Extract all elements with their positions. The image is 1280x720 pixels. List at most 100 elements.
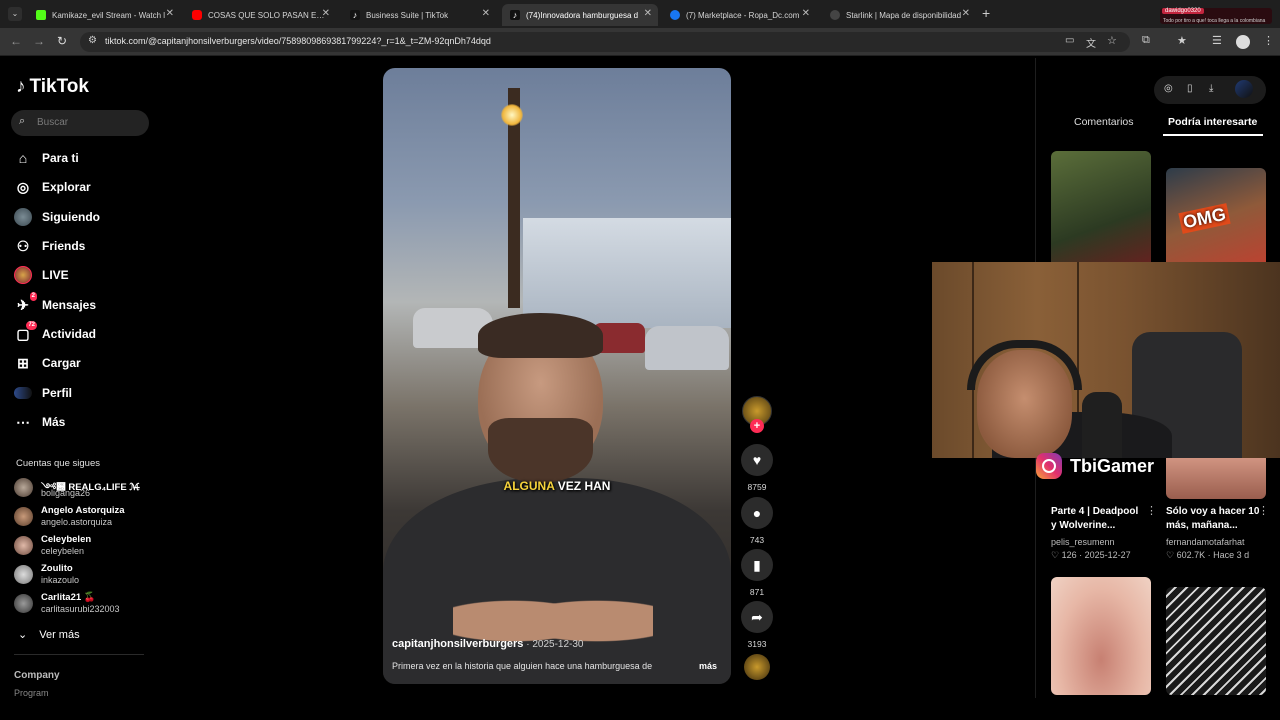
- site-info-icon[interactable]: ⚙: [88, 35, 97, 46]
- bookmark-star-icon[interactable]: ☆: [1107, 34, 1117, 47]
- bookmarks-icon[interactable]: ★: [1177, 34, 1187, 47]
- avatar: [14, 507, 33, 526]
- video-frame-lamp: [501, 104, 523, 126]
- following-avatar-icon: [14, 208, 32, 226]
- thumbnail-omg-text: OMG: [1178, 203, 1231, 234]
- reading-list-icon[interactable]: ☰: [1212, 34, 1222, 47]
- browser-tab-tiktok-video[interactable]: ♪ (74)Innovadora hamburguesa d ✕: [502, 4, 658, 26]
- browser-tab-starlink[interactable]: Starlink | Mapa de disponibilidad ✕: [822, 4, 976, 26]
- extensions-icon[interactable]: ⧉: [1142, 34, 1150, 47]
- card-user[interactable]: fernandamotafarhat: [1166, 537, 1245, 547]
- follow-plus-icon[interactable]: +: [750, 419, 764, 433]
- card-title[interactable]: Parte 4 | Deadpool y Wolverine...: [1051, 505, 1146, 533]
- more-options-icon[interactable]: ⋮: [1146, 504, 1157, 517]
- card-title[interactable]: Sólo voy a hacer 10 más, mañana...: [1166, 505, 1261, 533]
- back-icon[interactable]: ←: [10, 34, 22, 48]
- notification-message: Todo por tiro a que! toca llega a la col…: [1163, 18, 1266, 24]
- more-options-icon[interactable]: ⋮: [1258, 504, 1269, 517]
- video-frame-building: [523, 218, 731, 328]
- video-subtitle: ALGUNA VEZ HAN: [503, 479, 611, 493]
- close-tab-icon[interactable]: ✕: [644, 8, 652, 19]
- nav-item-actividad[interactable]: ▢ 72 Actividad: [14, 321, 96, 345]
- compass-icon[interactable]: ◎: [1164, 83, 1173, 94]
- url-text: tiktok.com/@capitanjhonsilverburgers/vid…: [105, 36, 491, 46]
- video-player[interactable]: ALGUNA VEZ HAN capitanjhonsilverburgers …: [383, 68, 731, 684]
- tab-search-button[interactable]: ⌄: [8, 7, 22, 21]
- nav-item-mas[interactable]: ⋯ Más: [14, 411, 65, 433]
- close-tab-icon[interactable]: ✕: [482, 8, 490, 19]
- comment-icon: ●: [741, 497, 773, 529]
- browser-tab-marketplace[interactable]: (7) Marketplace - Ropa_Dc.com ✕: [662, 4, 816, 26]
- new-tab-button[interactable]: +: [982, 5, 990, 21]
- share-count: 3193: [747, 639, 767, 649]
- tiktok-logo[interactable]: ♪ TikTok: [16, 76, 89, 98]
- nav-item-siguiendo[interactable]: Siguiendo: [14, 206, 100, 228]
- see-more-button[interactable]: ⌄ Ver más: [18, 628, 80, 642]
- nav-item-para-ti[interactable]: ⌂ Para ti: [14, 147, 79, 169]
- nav-item-friends[interactable]: ⚇ Friends: [14, 235, 86, 257]
- followed-account[interactable]: Celeybelen celeybelen: [14, 532, 154, 558]
- recommended-video-thumbnail[interactable]: OMG: [1166, 168, 1266, 270]
- close-tab-icon[interactable]: ✕: [322, 8, 330, 19]
- followed-account[interactable]: ༺฽ REALG₄LIFE ℳ̶ boliganga26: [14, 474, 154, 500]
- nav-item-live[interactable]: LIVE: [14, 264, 69, 286]
- close-tab-icon[interactable]: ✕: [166, 8, 174, 19]
- nav-item-mensajes[interactable]: ✈ 2 Mensajes: [14, 292, 96, 316]
- share-button[interactable]: ➦ 3193: [740, 601, 774, 649]
- tiktok-favicon-icon: ♪: [350, 10, 360, 20]
- notification-title: dawidgo0320: [1162, 8, 1204, 14]
- browser-tab-business-suite[interactable]: ♪ Business Suite | TikTok ✕: [342, 4, 496, 26]
- tab-comentarios[interactable]: Comentarios: [1074, 116, 1134, 128]
- close-tab-icon[interactable]: ✕: [962, 8, 970, 19]
- program-link[interactable]: Program: [14, 688, 49, 698]
- nav-item-cargar[interactable]: ⊞ Cargar: [14, 352, 81, 374]
- recommended-video-thumbnail[interactable]: [1051, 151, 1151, 271]
- description-more-button[interactable]: más: [699, 661, 717, 671]
- followed-account[interactable]: Angelo Astorquiza angelo.astorquiza: [14, 503, 154, 529]
- nav-item-explorar[interactable]: ◎ Explorar: [14, 176, 91, 198]
- browser-tab-kick[interactable]: Kamikaze_evil Stream - Watch l ✕: [28, 4, 180, 26]
- like-button[interactable]: ♥ 8759: [740, 444, 774, 492]
- reload-icon[interactable]: ↻: [57, 34, 67, 48]
- recommended-video-thumbnail[interactable]: [1166, 587, 1266, 695]
- user-avatar[interactable]: [1235, 80, 1253, 98]
- browser-tab-youtube[interactable]: COSAS QUE SOLO PASAN EN E ✕: [184, 4, 336, 26]
- kick-favicon-icon: [36, 10, 46, 20]
- live-icon: [14, 266, 32, 284]
- tiktok-note-icon: ♪: [16, 76, 26, 97]
- avatar: [14, 536, 33, 555]
- comment-button[interactable]: ● 743: [740, 497, 774, 545]
- device-icon[interactable]: ▯: [1187, 83, 1193, 94]
- bookmark-icon: ▮: [741, 549, 773, 581]
- message-icon: ✈ 2: [17, 292, 37, 313]
- video-author[interactable]: capitanjhonsilverburgers · 2025-12-30: [392, 638, 583, 650]
- instagram-handle-overlay: TbiGamer: [1036, 450, 1154, 482]
- recommended-video-thumbnail[interactable]: [1166, 453, 1266, 499]
- browser-tab-bar: ⌄ Kamikaze_evil Stream - Watch l ✕ COSAS…: [0, 0, 1280, 28]
- streamer-webcam-overlay: [932, 262, 1280, 458]
- divider: [14, 654, 144, 655]
- company-link[interactable]: Company: [14, 670, 60, 681]
- download-icon[interactable]: ⤓: [1209, 83, 1213, 94]
- forward-icon[interactable]: →: [33, 34, 45, 48]
- tab-podria-interesarte[interactable]: Podría interesarte: [1168, 116, 1257, 128]
- active-tab-indicator: [1163, 134, 1263, 136]
- followed-account[interactable]: Zoulito inkazoulo: [14, 561, 154, 587]
- video-frame-person-beard: [488, 418, 593, 483]
- cast-icon[interactable]: ▭: [1065, 35, 1074, 46]
- followed-account[interactable]: Carlita21 🍒 carlitasurubi232003: [14, 590, 154, 616]
- profile-avatar-icon[interactable]: [1236, 35, 1250, 49]
- nav-item-perfil[interactable]: Perfil: [14, 382, 72, 404]
- search-input[interactable]: ⌕ Buscar: [11, 110, 149, 136]
- translate-icon[interactable]: 文: [1086, 35, 1096, 50]
- heart-icon: ♥: [741, 444, 773, 476]
- save-button[interactable]: ▮ 871: [740, 549, 774, 597]
- browser-menu-icon[interactable]: ⋮: [1263, 34, 1274, 47]
- card-user[interactable]: pelis_resumenn: [1051, 537, 1115, 547]
- home-icon: ⌂: [18, 150, 28, 166]
- video-frame-car: [645, 326, 729, 370]
- music-disc-icon[interactable]: [744, 654, 770, 680]
- close-tab-icon[interactable]: ✕: [802, 8, 810, 19]
- url-field[interactable]: ⚙ tiktok.com/@capitanjhonsilverburgers/v…: [80, 32, 1130, 52]
- recommended-video-thumbnail[interactable]: [1051, 577, 1151, 695]
